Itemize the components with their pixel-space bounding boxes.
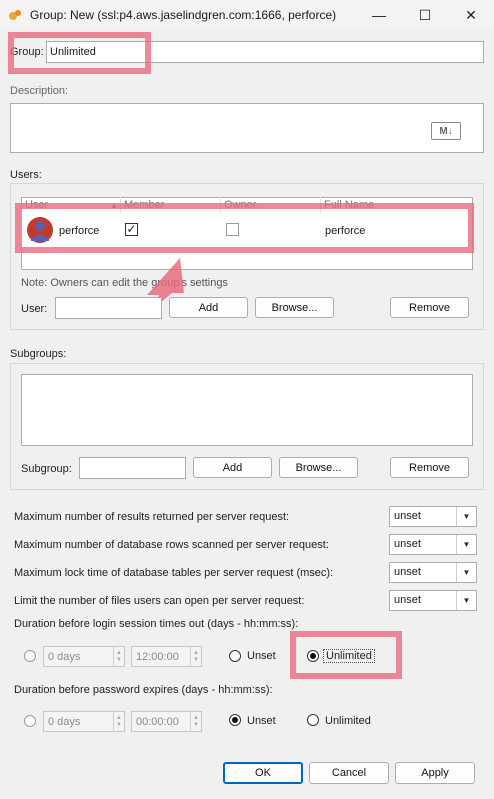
password-time-field[interactable]: 00:00:00 ▲ ▼ xyxy=(131,711,202,732)
spinner-arrows-icon: ▲ ▼ xyxy=(190,647,201,666)
max-lock-time-label: Maximum lock time of database tables per… xyxy=(14,567,334,579)
subgroup-field-label: Subgroup: xyxy=(21,463,72,475)
chevron-down-icon: ▼ xyxy=(456,563,476,582)
user-row-highlight-box xyxy=(15,203,474,253)
max-lock-time-select[interactable]: unset ▼ xyxy=(389,562,477,583)
spinner-arrows-icon: ▲ ▼ xyxy=(113,712,124,731)
max-lock-time-value: unset xyxy=(394,566,421,578)
subgroups-list[interactable] xyxy=(21,374,473,446)
chevron-down-icon: ▼ xyxy=(456,535,476,554)
minimize-button[interactable]: — xyxy=(356,0,402,30)
password-days-value: 0 days xyxy=(48,716,81,728)
chevron-down-icon: ▼ xyxy=(456,591,476,610)
description-label: Description: xyxy=(10,85,69,97)
password-unlimited-radio[interactable] xyxy=(307,714,319,726)
max-results-select[interactable]: unset ▼ xyxy=(389,506,477,527)
browse-subgroups-button[interactable]: Browse... xyxy=(279,457,358,478)
max-open-files-label: Limit the number of files users can open… xyxy=(14,595,305,607)
cancel-button[interactable]: Cancel xyxy=(309,762,389,784)
add-user-button[interactable]: Add xyxy=(169,297,248,318)
group-highlight-box xyxy=(8,32,151,74)
description-field[interactable]: M↓ xyxy=(10,103,484,153)
password-expiry-label: Duration before password expires (days -… xyxy=(14,684,273,696)
password-unset-radio[interactable] xyxy=(229,714,241,726)
users-label: Users: xyxy=(10,169,42,181)
max-open-files-select[interactable]: unset ▼ xyxy=(389,590,477,611)
password-days-field[interactable]: 0 days ▲ ▼ xyxy=(43,711,125,732)
max-open-files-value: unset xyxy=(394,594,421,606)
browse-users-button[interactable]: Browse... xyxy=(255,297,334,318)
unlimited-highlight-box xyxy=(290,631,402,679)
owners-note: Note: Owners can edit the group's settin… xyxy=(21,277,228,289)
maximize-button[interactable]: ☐ xyxy=(402,0,448,30)
spinner-arrows-icon: ▲ ▼ xyxy=(113,647,124,666)
remove-user-button[interactable]: Remove xyxy=(390,297,469,318)
apply-button[interactable]: Apply xyxy=(395,762,475,784)
max-scan-rows-select[interactable]: unset ▼ xyxy=(389,534,477,555)
p4-app-icon xyxy=(9,10,21,20)
session-time-value: 12:00:00 xyxy=(136,651,179,663)
chevron-down-icon: ▼ xyxy=(456,507,476,526)
subgroups-label: Subgroups: xyxy=(10,348,67,360)
user-field-label: User: xyxy=(21,303,48,315)
session-custom-radio[interactable] xyxy=(24,650,36,662)
max-results-value: unset xyxy=(394,510,421,522)
password-time-value: 00:00:00 xyxy=(136,716,179,728)
password-unlimited-label: Unlimited xyxy=(325,715,371,727)
session-timeout-label: Duration before login session times out … xyxy=(14,618,299,630)
password-custom-radio[interactable] xyxy=(24,715,36,727)
ok-button[interactable]: OK xyxy=(223,762,303,784)
session-unset-radio[interactable] xyxy=(229,650,241,662)
session-days-field[interactable]: 0 days ▲ ▼ xyxy=(43,646,125,667)
max-scan-rows-value: unset xyxy=(394,538,421,550)
password-unset-label: Unset xyxy=(247,715,276,727)
subgroup-field[interactable] xyxy=(79,457,186,479)
session-days-value: 0 days xyxy=(48,651,81,663)
remove-subgroup-button[interactable]: Remove xyxy=(390,457,469,478)
add-subgroup-button[interactable]: Add xyxy=(193,457,272,478)
close-button[interactable]: ✕ xyxy=(448,0,494,30)
user-field[interactable] xyxy=(55,297,162,319)
max-results-label: Maximum number of results returned per s… xyxy=(14,511,290,523)
session-unset-label: Unset xyxy=(247,650,276,662)
markdown-icon: M↓ xyxy=(431,122,461,140)
session-time-field[interactable]: 12:00:00 ▲ ▼ xyxy=(131,646,202,667)
spinner-arrows-icon: ▲ ▼ xyxy=(190,712,201,731)
window-title: Group: New (ssl:p4.aws.jaselindgren.com:… xyxy=(30,8,337,22)
max-scan-rows-label: Maximum number of database rows scanned … xyxy=(14,539,329,551)
